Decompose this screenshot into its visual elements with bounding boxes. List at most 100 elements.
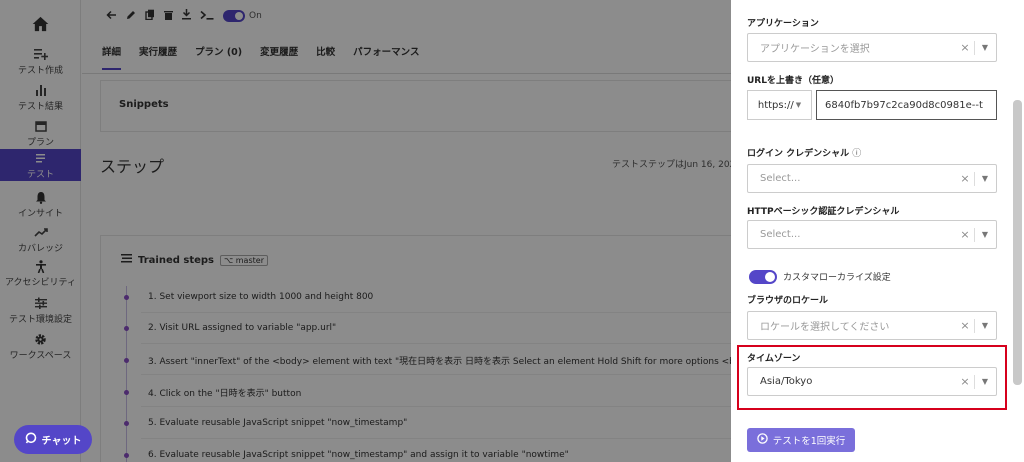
run-test-once-button[interactable]: テストを1回実行 — [747, 428, 855, 452]
chat-button[interactable]: チャット — [14, 425, 92, 454]
run-settings-drawer: アプリケーション アプリケーションを選択 × ▼ URLを上書き（任意） htt… — [731, 0, 1024, 462]
clear-icon[interactable]: × — [959, 172, 971, 185]
step-item[interactable]: 6. Evaluate reusable JavaScript snippet … — [148, 450, 569, 460]
bar-chart-icon — [35, 83, 47, 98]
chevron-down-icon[interactable]: ▼ — [978, 174, 992, 183]
calendar-icon — [34, 119, 47, 134]
terminal-icon[interactable] — [200, 10, 214, 23]
steps-meta-text: テストステップはJun 16, 2025 — [612, 160, 742, 170]
home-icon[interactable] — [0, 10, 81, 38]
select-separator — [974, 40, 975, 55]
step-item[interactable]: 3. Assert "innerText" of the <body> elem… — [148, 354, 802, 367]
download-icon[interactable] — [182, 9, 191, 23]
application-label: アプリケーション — [747, 19, 819, 29]
http-basic-select[interactable]: Select... × ▼ — [747, 220, 997, 249]
step-divider — [141, 438, 781, 439]
login-credential-label-text: ログイン クレデンシャル — [747, 149, 850, 159]
sidebar-item-coverage[interactable]: カバレッジ — [0, 222, 81, 256]
tab-change-history[interactable]: 変更履歴 — [260, 44, 298, 70]
clear-icon[interactable]: × — [959, 319, 971, 332]
sidebar-item-label: テスト — [26, 169, 54, 180]
sidebar-item-insights[interactable]: インサイト — [0, 187, 81, 221]
steps-timeline — [126, 286, 127, 462]
drawer-scrollbar[interactable] — [1013, 100, 1022, 385]
play-circle-icon — [756, 433, 768, 447]
copy-icon[interactable] — [145, 9, 155, 23]
step-dot — [124, 421, 129, 426]
url-override-label: URLを上書き（任意） — [747, 76, 839, 86]
protocol-select[interactable]: https:// ▼ — [747, 90, 812, 120]
sidebar-item-label: ワークスペース — [9, 350, 72, 361]
gear-icon — [34, 332, 47, 347]
run-test-once-label: テストを1回実行 — [772, 436, 846, 447]
sidebar-item-accessibility[interactable]: アクセシビリティ — [0, 256, 81, 290]
branch-name: master — [235, 255, 264, 265]
trend-icon — [33, 225, 48, 240]
step-divider — [141, 312, 781, 313]
login-credential-label: ログイン クレデンシャル ⓘ — [747, 146, 861, 159]
tab-performance[interactable]: パフォーマンス — [353, 44, 419, 70]
sidebar-item-label: アクセシビリティ — [4, 277, 76, 288]
clear-icon[interactable]: × — [959, 41, 971, 54]
chevron-down-icon[interactable]: ▼ — [978, 321, 992, 330]
toolbar-toggle[interactable] — [223, 10, 245, 22]
sidebar-item-workspace[interactable]: ワークスペース — [0, 329, 81, 363]
step-item[interactable]: 2. Visit URL assigned to variable "app.u… — [148, 323, 336, 333]
snippets-card[interactable]: Snippets — [100, 80, 800, 132]
steps-heading: ステップ — [100, 157, 165, 176]
customize-locale-toggle[interactable] — [749, 270, 777, 284]
select-separator — [974, 227, 975, 242]
timezone-select[interactable]: Asia/Tokyo × ▼ — [747, 367, 997, 396]
timezone-label: タイムゾーン — [747, 354, 801, 364]
step-divider — [141, 343, 781, 344]
sidebar-item-plans[interactable]: プラン — [0, 116, 81, 150]
step-dot — [124, 390, 129, 395]
locale-label: ブラウザのロケール — [747, 296, 829, 306]
sidebar-item-test-environment[interactable]: テスト環境設定 — [0, 293, 81, 327]
select-separator — [974, 374, 975, 389]
sidebar-item-test-results[interactable]: テスト結果 — [0, 80, 81, 114]
bell-icon — [35, 190, 47, 205]
url-override-input[interactable] — [816, 90, 997, 120]
step-item[interactable]: 1. Set viewport size to width 1000 and h… — [148, 292, 373, 302]
tab-plans[interactable]: プラン (0) — [195, 44, 242, 70]
step-divider — [141, 374, 781, 375]
sidebar-item-create-test[interactable]: テスト作成 — [0, 44, 81, 78]
trained-steps-card: Trained steps ⌥ master 1. Set viewport s… — [100, 235, 802, 462]
sidebar-item-label: カバレッジ — [17, 243, 63, 254]
sidebar-item-label: プラン — [26, 137, 54, 148]
step-dot — [124, 358, 129, 363]
left-sidebar: テスト作成 テスト結果 プラン テスト インサイト カバレッジ アクセシビリティ… — [0, 0, 81, 462]
sidebar-item-label: テスト作成 — [17, 65, 63, 76]
tab-details[interactable]: 詳細 — [102, 44, 122, 70]
help-icon[interactable]: ⓘ — [852, 149, 861, 159]
locale-select-value: ロケールを選択してください — [760, 322, 890, 333]
select-separator — [974, 318, 975, 333]
edit-pencil-icon[interactable] — [126, 10, 136, 23]
sidebar-item-tests[interactable]: テスト — [0, 149, 81, 181]
toolbar-toggle-label: On — [249, 11, 262, 21]
application-select-value: アプリケーションを選択 — [760, 44, 870, 55]
list-icon — [35, 151, 47, 166]
clear-icon[interactable]: × — [959, 228, 971, 241]
tab-compare[interactable]: 比較 — [316, 44, 335, 70]
login-credential-select-value: Select... — [760, 173, 801, 184]
back-arrow-icon[interactable] — [106, 10, 117, 23]
chevron-down-icon[interactable]: ▼ — [978, 43, 992, 52]
select-separator — [974, 171, 975, 186]
login-credential-select[interactable]: Select... × ▼ — [747, 164, 997, 193]
step-item[interactable]: 5. Evaluate reusable JavaScript snippet … — [148, 418, 407, 428]
tab-run-history[interactable]: 実行履歴 — [139, 44, 177, 70]
locale-select[interactable]: ロケールを選択してください × ▼ — [747, 311, 997, 340]
trash-icon[interactable] — [164, 10, 173, 23]
sidebar-item-label: インサイト — [17, 208, 63, 219]
step-dot — [124, 453, 129, 458]
step-dot — [124, 295, 129, 300]
chevron-down-icon[interactable]: ▼ — [978, 377, 992, 386]
chevron-down-icon[interactable]: ▼ — [978, 230, 992, 239]
application-select[interactable]: アプリケーションを選択 × ▼ — [747, 33, 997, 62]
step-divider — [141, 406, 781, 407]
sliders-icon — [34, 296, 47, 311]
clear-icon[interactable]: × — [959, 375, 971, 388]
step-item[interactable]: 4. Click on the "日時を表示" button — [148, 386, 301, 399]
